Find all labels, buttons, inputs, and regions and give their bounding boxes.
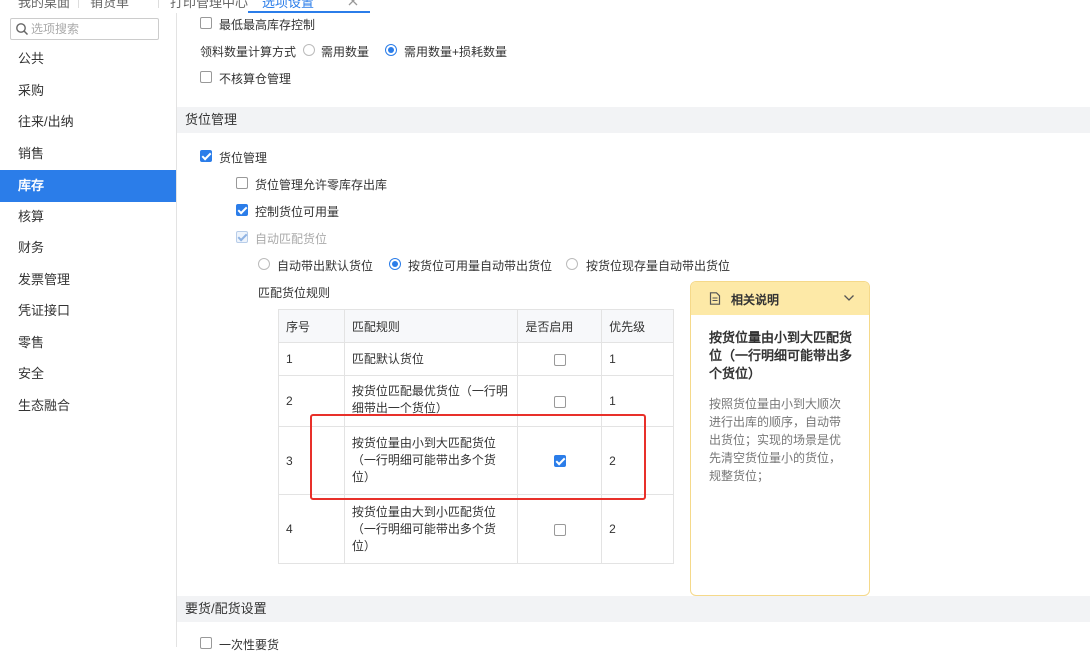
- tab-bar: 我的桌面 销货单 打印管理中心 选项设置: [0, 0, 1090, 13]
- calc-method-option-label: 需用数量+损耗数量: [404, 45, 508, 59]
- sidebar-item-costing[interactable]: 核算: [0, 201, 176, 233]
- section-header-location: 货位管理: [177, 107, 1090, 133]
- auto-option-radio-default[interactable]: [258, 258, 270, 270]
- one-time-request-checkbox[interactable]: [200, 637, 212, 649]
- help-card-body: 按照货位量由小到大顺次进行出库的顺序，自动带出货位；实现的场景是优先清空货位量小…: [709, 397, 842, 483]
- allow-zero-stock-label: 货位管理允许零库存出库: [255, 178, 388, 192]
- tab-divider: [158, 0, 159, 8]
- column-header: 优先级: [601, 309, 674, 343]
- calc-method-radio-required[interactable]: [303, 44, 315, 56]
- tab-divider: [78, 0, 79, 8]
- tab-print-center[interactable]: 打印管理中心: [170, 0, 248, 11]
- min-max-stock-checkbox[interactable]: [200, 17, 212, 29]
- auto-match-checkbox: [236, 231, 248, 243]
- rule-enabled-checkbox[interactable]: [553, 353, 566, 366]
- tab-sales-order[interactable]: 销货单: [90, 0, 129, 11]
- table-header-row: 序号 匹配规则 是否启用 优先级: [278, 309, 674, 343]
- sidebar-item-invoice[interactable]: 发票管理: [0, 264, 176, 296]
- column-header: 序号: [278, 309, 345, 343]
- match-rules-label: 匹配货位规则: [258, 286, 331, 300]
- auto-option-label: 自动带出默认货位: [277, 259, 374, 273]
- sidebar-item-purchase[interactable]: 采购: [0, 75, 176, 107]
- no-warehouse-calc-checkbox[interactable]: [200, 71, 212, 83]
- help-card-heading: 按货位量由小到大匹配货位（一行明细可能带出多个货位）: [709, 330, 853, 381]
- control-available-checkbox[interactable]: [236, 204, 248, 216]
- min-max-stock-label: 最低最高库存控制: [219, 18, 316, 32]
- chevron-down-icon[interactable]: [843, 293, 855, 303]
- tab-options-settings[interactable]: 选项设置: [262, 0, 314, 11]
- sidebar-item-ecosystem[interactable]: 生态融合: [0, 390, 176, 422]
- column-header: 是否启用: [517, 309, 603, 343]
- auto-option-label: 按货位现存量自动带出货位: [586, 259, 731, 273]
- help-card-header[interactable]: 相关说明: [691, 282, 869, 315]
- table-row: 1 匹配默认货位 1: [278, 342, 674, 376]
- calc-method-radio-required-loss[interactable]: [385, 44, 397, 56]
- location-management-checkbox[interactable]: [200, 150, 212, 162]
- column-header: 匹配规则: [343, 309, 519, 343]
- highlight-box: [310, 414, 646, 500]
- rule-priority: 1: [601, 342, 674, 376]
- sidebar: 公共 采购 往来/出纳 销售 库存 核算 财务 发票管理 凭证接口 零售 安全 …: [0, 13, 177, 647]
- sidebar-item-accounts[interactable]: 往来/出纳: [0, 106, 176, 138]
- sidebar-item-finance[interactable]: 财务: [0, 232, 176, 264]
- no-warehouse-calc-label: 不核算仓管理: [219, 72, 292, 86]
- rule-enabled-checkbox[interactable]: [553, 523, 566, 536]
- document-icon: [709, 292, 721, 305]
- search-icon: [16, 23, 29, 36]
- allow-zero-stock-checkbox[interactable]: [236, 177, 248, 189]
- one-time-request-label: 一次性要货: [219, 638, 280, 652]
- location-management-label: 货位管理: [219, 151, 268, 165]
- close-icon[interactable]: [347, 0, 359, 7]
- calc-method-label: 领料数量计算方式: [200, 45, 297, 59]
- auto-option-label: 按货位可用量自动带出货位: [408, 259, 553, 273]
- help-card: 相关说明 按货位量由小到大匹配货位（一行明细可能带出多个货位） 按照货位量由小到…: [690, 281, 870, 596]
- auto-option-radio-onhand[interactable]: [566, 258, 578, 270]
- section-header-delivery: 要货/配货设置: [177, 596, 1090, 622]
- row-number: 1: [278, 342, 345, 376]
- sidebar-item-inventory[interactable]: 库存: [0, 170, 176, 202]
- sidebar-item-public[interactable]: 公共: [0, 43, 176, 75]
- auto-option-radio-available[interactable]: [389, 258, 401, 270]
- active-tab-indicator: [248, 11, 370, 13]
- sidebar-item-sales[interactable]: 销售: [0, 138, 176, 170]
- row-number: 4: [278, 494, 345, 564]
- search-input[interactable]: [31, 21, 155, 37]
- calc-method-option-label: 需用数量: [321, 45, 370, 59]
- tab-desktop[interactable]: 我的桌面: [18, 0, 70, 11]
- rule-text: 按货位量由大到小匹配货位（一行明细可能带出多个货位）: [343, 494, 519, 564]
- rule-text: 匹配默认货位: [343, 342, 519, 376]
- sidebar-item-security[interactable]: 安全: [0, 358, 176, 390]
- sidebar-item-retail[interactable]: 零售: [0, 327, 176, 359]
- sidebar-item-voucher[interactable]: 凭证接口: [0, 295, 176, 327]
- control-available-label: 控制货位可用量: [255, 205, 340, 219]
- rule-priority: 2: [601, 494, 674, 564]
- auto-match-label: 自动匹配货位: [255, 232, 328, 246]
- search-box: [10, 18, 159, 40]
- help-card-title: 相关说明: [731, 293, 780, 307]
- rule-enabled-checkbox[interactable]: [553, 395, 566, 408]
- table-row: 4 按货位量由大到小匹配货位（一行明细可能带出多个货位） 2: [278, 494, 674, 564]
